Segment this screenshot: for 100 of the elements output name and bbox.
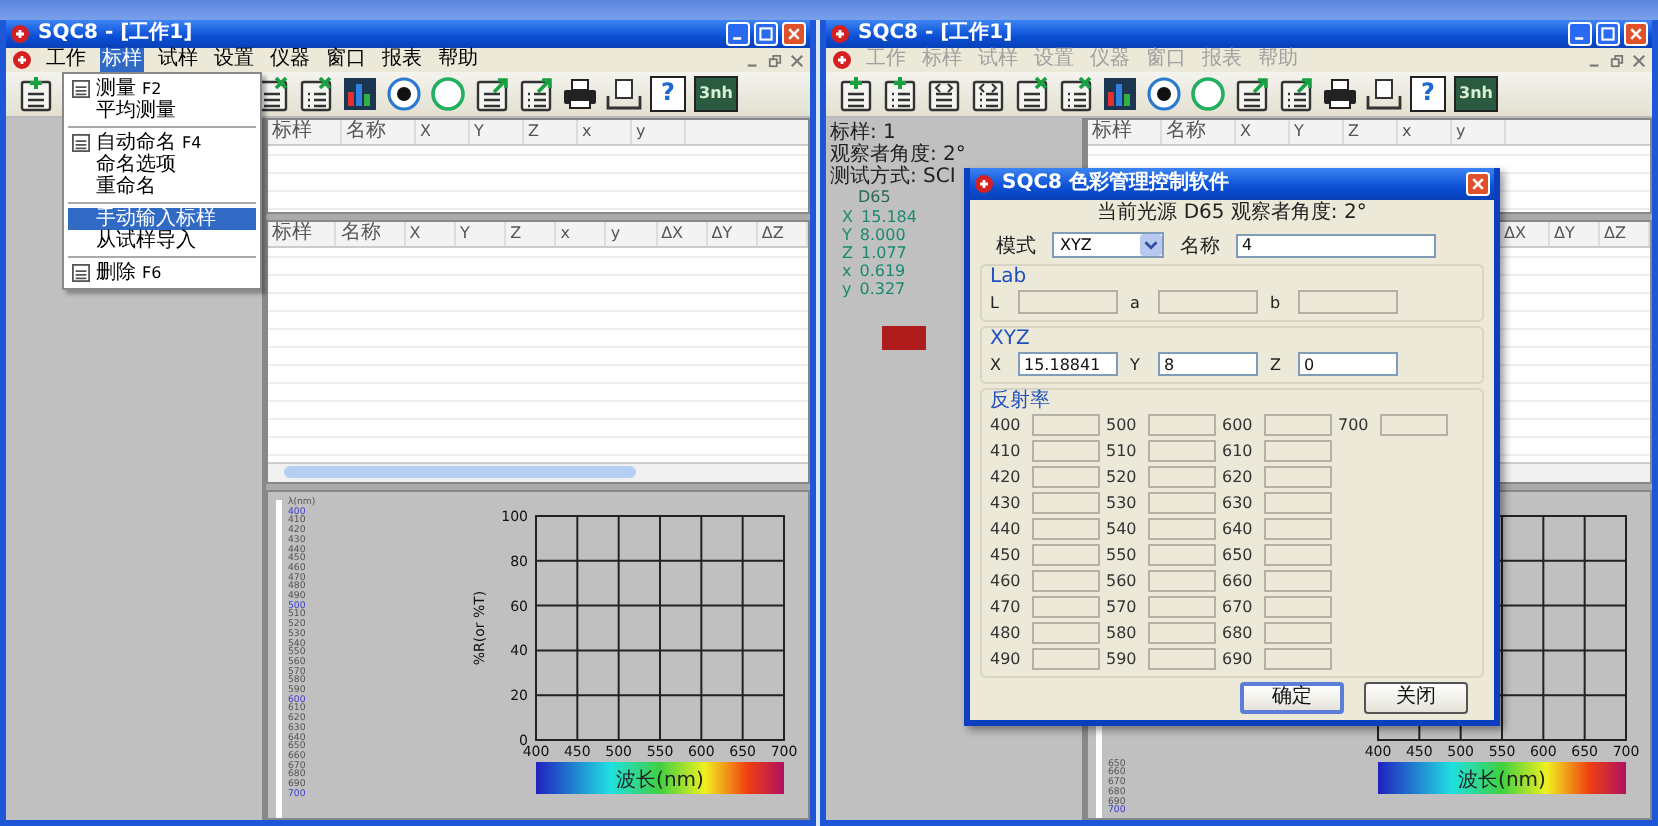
field-label: 460 — [990, 572, 1023, 590]
radio-dot-icon[interactable] — [386, 76, 422, 112]
dialog-title: SQC8 色彩管理控制软件 — [1002, 172, 1229, 196]
list-cross-icon[interactable] — [298, 76, 334, 112]
column-header: 名称 — [336, 222, 406, 246]
menu-item[interactable]: 报表 — [380, 48, 424, 72]
field-label: 690 — [1222, 650, 1255, 668]
field-label: 500 — [1106, 416, 1139, 434]
info-text: 标样: 1 — [830, 122, 898, 144]
printer-icon[interactable] — [1322, 76, 1358, 112]
field-label: 530 — [1106, 494, 1139, 512]
document-brackets-icon[interactable] — [926, 76, 962, 112]
column-header: x — [1398, 120, 1452, 144]
column-header: 名称 — [1162, 120, 1236, 144]
column-header: 标样 — [1088, 120, 1162, 144]
column-header: X — [416, 120, 470, 144]
menu-item[interactable]: 标样 — [100, 48, 144, 72]
menu-item[interactable]: 仪器 — [268, 48, 312, 72]
menu-entry[interactable]: 自动命名 F4 — [68, 132, 256, 154]
column-header: y — [632, 120, 686, 144]
minimize-button[interactable] — [1568, 22, 1592, 46]
column-header: y — [1452, 120, 1506, 144]
minimize-button[interactable] — [726, 22, 750, 46]
field-label: 630 — [1222, 494, 1255, 512]
column-header: X — [405, 222, 456, 246]
menu-item[interactable]: 窗口 — [324, 48, 368, 72]
menu-entry[interactable]: 重命名 — [68, 176, 256, 198]
menu-entry[interactable]: 平均测量 — [68, 100, 256, 122]
value-field[interactable]: 15.18841 — [1018, 352, 1118, 376]
column-header: x — [578, 120, 632, 144]
logo-icon[interactable]: 3nh — [1454, 76, 1498, 112]
close-icon — [786, 26, 802, 42]
list-cross-icon[interactable] — [1058, 76, 1094, 112]
field-label: 650 — [1222, 546, 1255, 564]
dialog-button[interactable]: 关闭 — [1364, 682, 1468, 714]
menu-item[interactable]: 工作 — [44, 48, 88, 72]
close-icon — [1470, 176, 1486, 192]
app-icon — [12, 50, 32, 70]
window-title: SQC8 - [工作1] — [38, 22, 193, 46]
field-label: 620 — [1222, 468, 1255, 486]
help-icon[interactable]: ? — [1410, 76, 1446, 112]
mode-dropdown[interactable]: XYZ — [1052, 232, 1164, 258]
close-icon — [1628, 26, 1644, 42]
column-header: 标样 — [268, 222, 337, 246]
menu-item[interactable]: 设置 — [212, 48, 256, 72]
menu-entry[interactable]: 命名选项 — [68, 154, 256, 176]
column-header: x — [556, 222, 607, 246]
close-button[interactable] — [1466, 172, 1490, 196]
close-icon[interactable] — [790, 53, 804, 67]
column-header: Z — [1344, 120, 1398, 144]
menu-item[interactable]: 试样 — [156, 48, 200, 72]
field-label: 420 — [990, 468, 1023, 486]
field-label: 440 — [990, 520, 1023, 538]
dialog-button[interactable]: 确定 — [1240, 682, 1344, 714]
menu-entry[interactable]: 手动输入标样 — [68, 208, 256, 230]
group-label: XYZ — [990, 328, 1032, 350]
logo-icon[interactable]: 3nh — [694, 76, 738, 112]
column-header: Y — [1290, 120, 1344, 144]
app-icon — [10, 24, 30, 44]
column-header: Z — [524, 120, 578, 144]
menu-entry[interactable]: 删除 F6 — [68, 262, 256, 284]
list-brackets-icon[interactable] — [970, 76, 1006, 112]
menu-item[interactable]: 帮助 — [436, 48, 480, 72]
bar-chart-icon[interactable] — [342, 76, 378, 112]
tray-icon[interactable] — [606, 76, 642, 112]
field-label: 450 — [990, 546, 1023, 564]
maximize-button[interactable] — [754, 22, 778, 46]
field-label: 560 — [1106, 572, 1139, 590]
tray-icon[interactable] — [1366, 76, 1402, 112]
name-field[interactable]: 4 — [1236, 233, 1436, 257]
bar-chart-icon[interactable] — [1102, 76, 1138, 112]
help-icon[interactable]: ? — [650, 76, 686, 112]
document-plus-icon[interactable] — [838, 76, 874, 112]
close-button[interactable] — [782, 22, 806, 46]
info-text: 观察者角度: 2° 测试方式: SCI — [830, 144, 966, 188]
status-text: 当前光源 D65 观察者角度: 2° — [1095, 202, 1369, 226]
restore-icon[interactable] — [768, 53, 782, 67]
document-cross-icon[interactable] — [1014, 76, 1050, 112]
value-name: y — [842, 280, 852, 298]
horizontal-scrollbar[interactable] — [268, 462, 808, 482]
app-icon — [832, 50, 852, 70]
column-header: y — [606, 222, 658, 246]
field-label: 590 — [1106, 650, 1139, 668]
value-text: 0.327 — [859, 280, 906, 298]
document-plus-icon[interactable] — [18, 76, 54, 112]
column-header: ΔY — [707, 222, 758, 246]
menu-entry[interactable]: 从试样导入 — [68, 230, 256, 252]
field-label: 600 — [1222, 416, 1255, 434]
close-button[interactable] — [1624, 22, 1648, 46]
field-label: a — [1130, 293, 1142, 311]
column-header: Z — [506, 222, 557, 246]
list-plus-icon[interactable] — [882, 76, 918, 112]
value-field[interactable]: 0 — [1298, 352, 1398, 376]
field-label: L — [990, 293, 1001, 311]
maximize-button[interactable] — [1596, 22, 1620, 46]
value-field[interactable]: 8 — [1158, 352, 1258, 376]
radio-dot-icon[interactable] — [1146, 76, 1182, 112]
group-label: Lab — [990, 266, 1029, 288]
menu-entry[interactable]: 测量 F2 — [68, 78, 256, 100]
printer-icon[interactable] — [562, 76, 598, 112]
